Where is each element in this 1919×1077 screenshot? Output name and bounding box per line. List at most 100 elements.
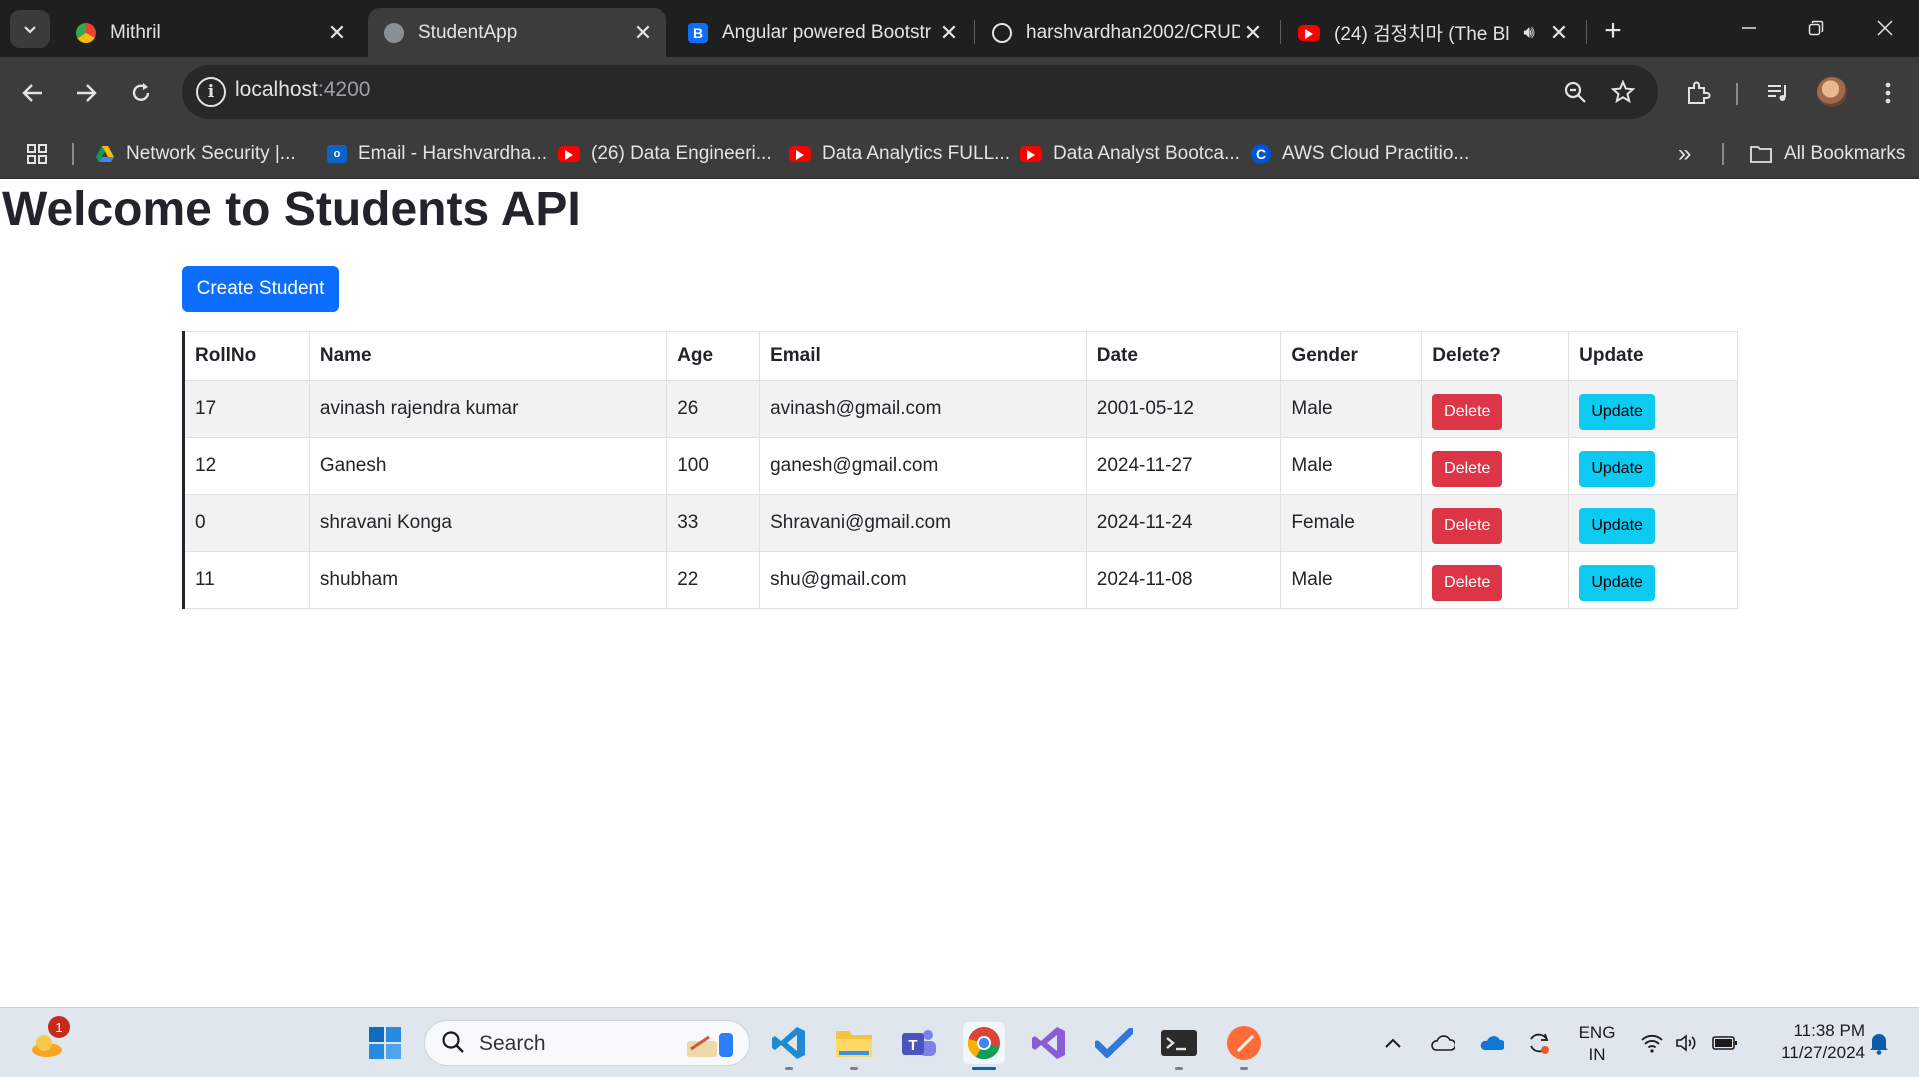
page-title: Welcome to Students API	[2, 183, 581, 236]
terminal-icon[interactable]	[1158, 1022, 1200, 1070]
age-cell: 26	[666, 380, 761, 438]
bookmark-label: (26) Data Engineeri...	[591, 143, 772, 164]
toolbar-separator	[1736, 83, 1738, 105]
bookmark-label: Data Analyst Bootca...	[1053, 143, 1240, 164]
table-row: 12 Ganesh 100 ganesh@gmail.com 2024-11-2…	[183, 437, 1738, 495]
delete-button[interactable]: Delete	[1432, 508, 1503, 544]
new-tab-button[interactable]: +	[1597, 14, 1629, 47]
column-header-delete: Delete?	[1421, 331, 1570, 381]
gender-cell: Female	[1280, 494, 1423, 552]
bookmark-data-analyst-bootcamp[interactable]: Data Analyst Bootca...	[1020, 140, 1240, 168]
language-code: ENG	[1578, 1023, 1616, 1042]
delete-button[interactable]: Delete	[1432, 565, 1503, 601]
update-button[interactable]: Update	[1579, 451, 1656, 487]
email-cell: Shravani@gmail.com	[759, 494, 1087, 552]
age-cell: 100	[666, 437, 761, 495]
bookmark-label: Network Security |...	[126, 143, 296, 164]
wifi-icon[interactable]	[1639, 1030, 1665, 1056]
tab-close-icon[interactable]: ✕	[1240, 20, 1266, 46]
chevron-up-icon[interactable]	[1380, 1030, 1406, 1056]
zoom-icon[interactable]	[1560, 77, 1590, 107]
email-cell: avinash@gmail.com	[759, 380, 1087, 438]
bookmarks-bar: Network Security |... o Email - Harshvar…	[0, 129, 1919, 179]
rollno-cell: 12	[183, 437, 310, 495]
youtube-icon	[1020, 146, 1042, 162]
create-student-button[interactable]: Create Student	[182, 266, 339, 312]
teams-icon[interactable]: T	[898, 1022, 940, 1064]
vscode-icon[interactable]	[768, 1022, 810, 1070]
name-cell: avinash rajendra kumar	[308, 380, 668, 438]
bookmark-star-icon[interactable]	[1608, 77, 1638, 107]
browser-tabstrip: Mithril ✕ StudentApp ✕ B Angular powered…	[0, 0, 1919, 57]
update-button[interactable]: Update	[1579, 565, 1656, 601]
bookmark-network-security[interactable]: Network Security |...	[95, 140, 296, 168]
address-bar[interactable]: i localhost:4200	[182, 65, 1658, 119]
tab-angular-bootstrap[interactable]: B Angular powered Bootstr ✕	[672, 8, 972, 57]
visual-studio-icon[interactable]	[1028, 1022, 1070, 1064]
notification-bell-icon[interactable]	[1866, 1030, 1892, 1056]
reload-icon[interactable]	[122, 74, 160, 112]
delete-button[interactable]: Delete	[1432, 394, 1503, 430]
profile-avatar[interactable]	[1817, 77, 1847, 107]
bookmark-email[interactable]: o Email - Harshvardha...	[327, 140, 547, 168]
svg-text:T: T	[908, 1037, 917, 1054]
media-controls-icon[interactable]	[1760, 75, 1796, 111]
update-button[interactable]: Update	[1579, 394, 1656, 430]
tab-close-icon[interactable]: ✕	[630, 20, 656, 46]
onedrive-icon[interactable]	[1478, 1030, 1504, 1056]
forward-icon[interactable]	[67, 74, 105, 112]
tab-studentapp[interactable]: StudentApp ✕	[368, 8, 666, 57]
tab-title: (24) 검정치마 (The Bl	[1334, 24, 1510, 45]
chrome-icon[interactable]	[963, 1022, 1005, 1070]
start-menu-icon[interactable]	[364, 1022, 406, 1064]
speaker-icon[interactable]: 🔊︎	[1518, 20, 1540, 46]
clock[interactable]: 11:38 PM 11/27/2024	[1757, 1020, 1865, 1064]
tab-close-icon[interactable]: ✕	[936, 20, 962, 46]
column-header-name: Name	[308, 331, 668, 381]
tab-github-crud[interactable]: harshvardhan2002/CRUD ✕	[976, 8, 1276, 57]
sync-icon[interactable]	[1526, 1030, 1552, 1056]
restore-icon[interactable]	[1794, 10, 1838, 46]
more-bookmarks-icon[interactable]: »	[1678, 140, 1691, 168]
bookmark-aws-cloud[interactable]: C AWS Cloud Practitio...	[1251, 140, 1469, 168]
all-bookmarks-label: All Bookmarks	[1784, 143, 1906, 164]
tab-youtube[interactable]: (24) 검정치마 (The Bl 🔊︎ ✕	[1282, 8, 1582, 57]
tab-mithril[interactable]: Mithril ✕	[60, 8, 360, 57]
tab-close-icon[interactable]: ✕	[324, 20, 350, 46]
gender-cell: Male	[1280, 380, 1423, 438]
postman-icon[interactable]	[1223, 1022, 1265, 1070]
taskbar-search[interactable]: Search	[424, 1020, 750, 1066]
tab-separator	[1586, 20, 1587, 44]
students-table: RollNo Name Age Email Date Gender Delete…	[182, 331, 1738, 609]
tab-search-button[interactable]	[10, 10, 50, 48]
delete-cell: Delete	[1421, 437, 1570, 495]
bookmark-separator	[72, 143, 74, 165]
cloud-outline-icon[interactable]	[1429, 1030, 1455, 1056]
site-info-icon[interactable]: i	[196, 77, 226, 107]
todo-icon[interactable]	[1093, 1022, 1135, 1064]
url-text[interactable]: localhost:4200	[235, 78, 370, 102]
back-icon[interactable]	[14, 74, 52, 112]
kebab-menu-icon[interactable]	[1870, 75, 1906, 111]
weather-widget-icon[interactable]: 1	[26, 1016, 70, 1064]
extensions-icon[interactable]	[1680, 75, 1716, 111]
battery-icon[interactable]	[1712, 1030, 1738, 1056]
language-indicator[interactable]: ENG IN	[1574, 1022, 1620, 1066]
file-explorer-icon[interactable]	[833, 1022, 875, 1070]
update-cell: Update	[1568, 437, 1738, 495]
tab-close-icon[interactable]: ✕	[1546, 20, 1572, 46]
table-row: 17 avinash rajendra kumar 26 avinash@gma…	[183, 380, 1738, 438]
name-cell: shubham	[308, 551, 668, 609]
update-button[interactable]: Update	[1579, 508, 1656, 544]
volume-icon[interactable]	[1674, 1030, 1700, 1056]
apps-grid-icon[interactable]	[26, 140, 48, 168]
delete-button[interactable]: Delete	[1432, 451, 1503, 487]
gdrive-icon	[96, 146, 114, 162]
delete-cell: Delete	[1421, 494, 1570, 552]
bookmark-data-engineering[interactable]: (26) Data Engineeri...	[558, 140, 772, 168]
coursera-icon: C	[1251, 144, 1271, 164]
close-window-icon[interactable]	[1863, 10, 1907, 46]
bookmark-data-analytics[interactable]: Data Analytics FULL...	[789, 140, 1010, 168]
minimize-icon[interactable]	[1727, 10, 1771, 46]
all-bookmarks-button[interactable]: All Bookmarks	[1749, 140, 1905, 168]
